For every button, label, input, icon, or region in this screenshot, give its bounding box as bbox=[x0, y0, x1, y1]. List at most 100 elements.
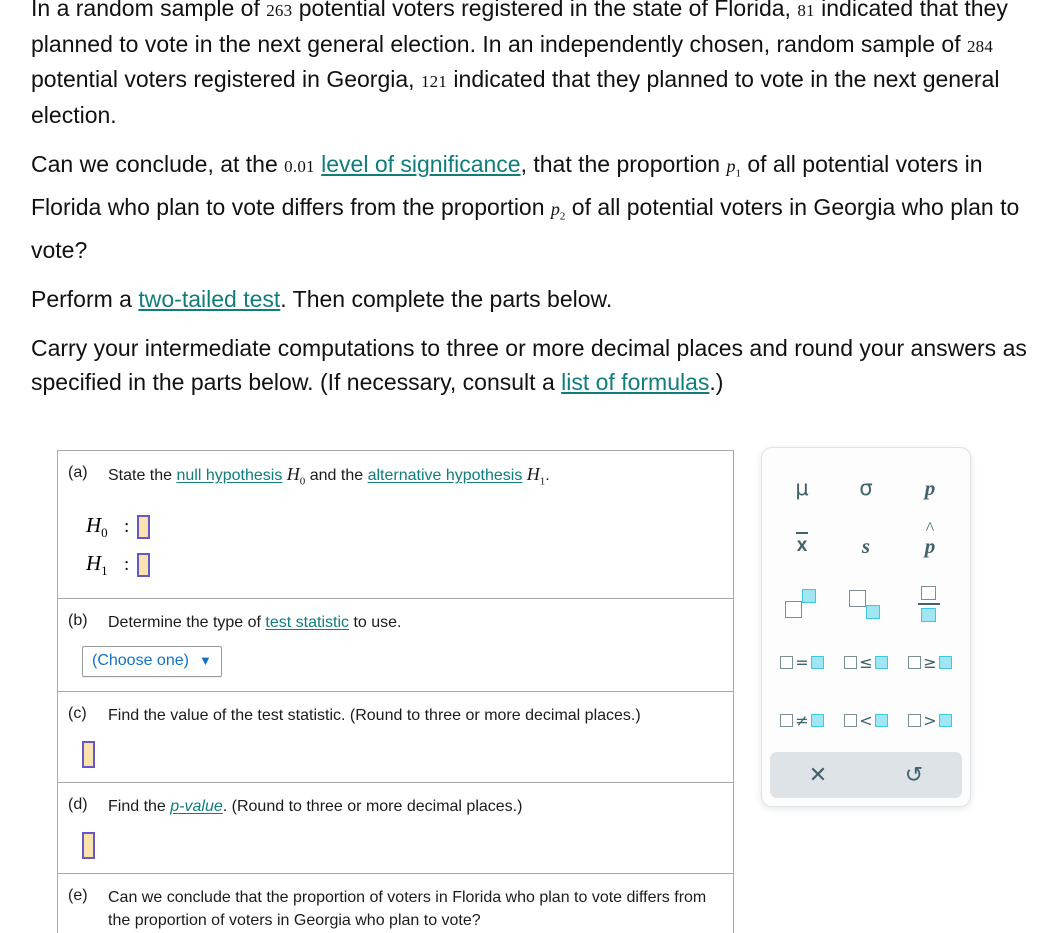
significance-level-value: 0.01 bbox=[284, 157, 315, 176]
p2-seg2: , that the proportion bbox=[520, 151, 727, 177]
p3-seg1: Perform a bbox=[31, 285, 139, 312]
palette-p-button[interactable]: p bbox=[898, 460, 962, 516]
count-georgia: 121 bbox=[420, 72, 448, 91]
part-d: (d) Find the p-value. (Round to three or… bbox=[58, 783, 733, 874]
parts-container: (a) State the null hypothesis H0 and the… bbox=[57, 450, 734, 933]
not-equal-icon: ≠ bbox=[780, 711, 824, 730]
palette-equals-button[interactable]: = bbox=[770, 634, 834, 690]
problem-paragraph-3: Perform a two-tailed test. Then complete… bbox=[31, 283, 1039, 317]
subscript-icon bbox=[849, 589, 883, 619]
palette-subscript-button[interactable] bbox=[834, 576, 898, 632]
palette-symbol-grid: μ σ p x s p bbox=[770, 460, 962, 748]
less-than-icon: < bbox=[844, 711, 888, 730]
part-e-tag: (e) bbox=[68, 886, 88, 904]
h0-row: H0 : bbox=[86, 508, 723, 546]
math-symbol-palette: μ σ p x s p bbox=[761, 447, 971, 807]
problem-statement: In a random sample of 263 potential vote… bbox=[31, 0, 1039, 415]
mu-icon: μ bbox=[795, 476, 809, 500]
part-a-tag: (a) bbox=[68, 464, 88, 481]
p1-seg1: In a random sample of bbox=[31, 0, 267, 21]
palette-undo-button[interactable]: ↺ bbox=[866, 752, 962, 798]
x-bar-icon: x bbox=[795, 532, 808, 556]
dropdown-selected-value: (Choose one) bbox=[92, 651, 189, 669]
h0-symbol-inline: H0 bbox=[286, 464, 306, 488]
part-e-prompt: Can we conclude that the proportion of v… bbox=[108, 888, 707, 929]
part-c: (c) Find the value of the test statistic… bbox=[58, 692, 733, 783]
p-value-link[interactable]: p-value bbox=[170, 798, 222, 815]
p2-seg1: Can we conclude, at the bbox=[31, 151, 285, 177]
sigma-icon: σ bbox=[859, 476, 873, 500]
h1-row: H1 : bbox=[86, 546, 723, 584]
palette-less-than-button[interactable]: < bbox=[834, 692, 898, 748]
sample-size-florida: 263 bbox=[266, 1, 293, 20]
part-a: (a) State the null hypothesis H0 and the… bbox=[58, 451, 733, 599]
palette-fraction-button[interactable] bbox=[898, 576, 962, 632]
p3-seg2: . Then complete the parts below. bbox=[280, 285, 613, 312]
proportion-p2: p2 bbox=[550, 199, 566, 223]
palette-p-hat-button[interactable]: p bbox=[898, 518, 962, 574]
palette-x-bar-button[interactable]: x bbox=[770, 518, 834, 574]
null-hypothesis-link[interactable]: null hypothesis bbox=[177, 467, 283, 484]
part-c-answer-slot bbox=[82, 740, 723, 768]
test-statistic-dropdown[interactable]: (Choose one) ▼ bbox=[82, 645, 222, 677]
problem-paragraph-1: In a random sample of 263 potential vote… bbox=[31, 0, 1039, 132]
palette-superscript-button[interactable] bbox=[770, 576, 834, 632]
palette-s-button[interactable]: s bbox=[834, 518, 898, 574]
palette-clear-button[interactable]: ✕ bbox=[770, 752, 866, 798]
h1-label: H1 bbox=[86, 550, 108, 578]
p-icon: p bbox=[924, 475, 936, 500]
palette-greater-or-equal-button[interactable]: ≥ bbox=[898, 634, 962, 690]
proportion-p1: p1 bbox=[726, 156, 741, 180]
part-d-tag: (d) bbox=[68, 795, 88, 813]
page-root: In a random sample of 263 potential vote… bbox=[0, 0, 1042, 933]
part-b-prompt: Determine the type of test statistic to … bbox=[108, 613, 402, 631]
palette-less-or-equal-button[interactable]: ≤ bbox=[834, 634, 898, 690]
problem-paragraph-4: Carry your intermediate computations to … bbox=[31, 332, 1039, 399]
palette-greater-than-button[interactable]: > bbox=[898, 692, 962, 748]
sample-size-georgia: 284 bbox=[966, 36, 994, 56]
count-florida: 81 bbox=[797, 1, 815, 20]
two-tailed-test-link[interactable]: two-tailed test bbox=[138, 286, 280, 312]
list-of-formulas-link[interactable]: list of formulas bbox=[561, 369, 709, 395]
chevron-down-icon: ▼ bbox=[198, 653, 212, 669]
part-c-tag: (c) bbox=[68, 704, 87, 722]
palette-footer: ✕ ↺ bbox=[762, 752, 970, 798]
part-d-answer-slot bbox=[82, 831, 723, 859]
part-a-prompt: State the null hypothesis H0 and the alt… bbox=[108, 464, 550, 488]
h0-colon: : bbox=[124, 515, 130, 537]
part-b-tag: (b) bbox=[68, 611, 88, 629]
undo-icon: ↺ bbox=[904, 762, 924, 787]
less-or-equal-icon: ≤ bbox=[844, 653, 888, 672]
level-of-significance-link[interactable]: level of significance bbox=[321, 151, 520, 177]
p-value-input[interactable] bbox=[82, 831, 95, 859]
part-d-prompt: Find the p-value. (Round to three or mor… bbox=[108, 797, 523, 815]
equals-icon: = bbox=[780, 653, 824, 672]
part-b: (b) Determine the type of test statistic… bbox=[58, 599, 733, 692]
test-statistic-input[interactable] bbox=[82, 740, 95, 768]
palette-not-equal-button[interactable]: ≠ bbox=[770, 692, 834, 748]
palette-mu-button[interactable]: μ bbox=[770, 460, 834, 516]
problem-paragraph-2: Can we conclude, at the 0.01 level of si… bbox=[31, 148, 1039, 268]
p4-seg1: Carry your intermediate computations to … bbox=[31, 335, 1027, 395]
fraction-icon bbox=[918, 586, 942, 622]
superscript-icon bbox=[785, 589, 819, 619]
hypothesis-entry-list: H0 : H1 : bbox=[86, 508, 723, 584]
h1-input[interactable] bbox=[137, 552, 151, 577]
p4-seg2: .) bbox=[709, 368, 724, 395]
palette-sigma-button[interactable]: σ bbox=[834, 460, 898, 516]
greater-or-equal-icon: ≥ bbox=[908, 653, 952, 672]
greater-than-icon: > bbox=[908, 711, 952, 730]
test-statistic-link[interactable]: test statistic bbox=[265, 614, 349, 631]
p1-seg4: potential voters registered in Georgia, bbox=[31, 66, 421, 92]
h0-label: H0 bbox=[86, 512, 108, 540]
part-c-prompt: Find the value of the test statistic. (R… bbox=[108, 706, 641, 724]
h1-colon: : bbox=[124, 553, 130, 575]
close-icon: ✕ bbox=[808, 762, 828, 787]
p-hat-icon: p bbox=[925, 534, 936, 559]
h1-symbol-inline: H1 bbox=[526, 464, 546, 488]
p1-seg2: potential voters registered in the state… bbox=[292, 0, 798, 21]
h0-input[interactable] bbox=[137, 514, 151, 539]
s-icon: s bbox=[861, 533, 871, 558]
part-e: (e) Can we conclude that the proportion … bbox=[58, 874, 733, 933]
alternative-hypothesis-link[interactable]: alternative hypothesis bbox=[368, 467, 523, 484]
